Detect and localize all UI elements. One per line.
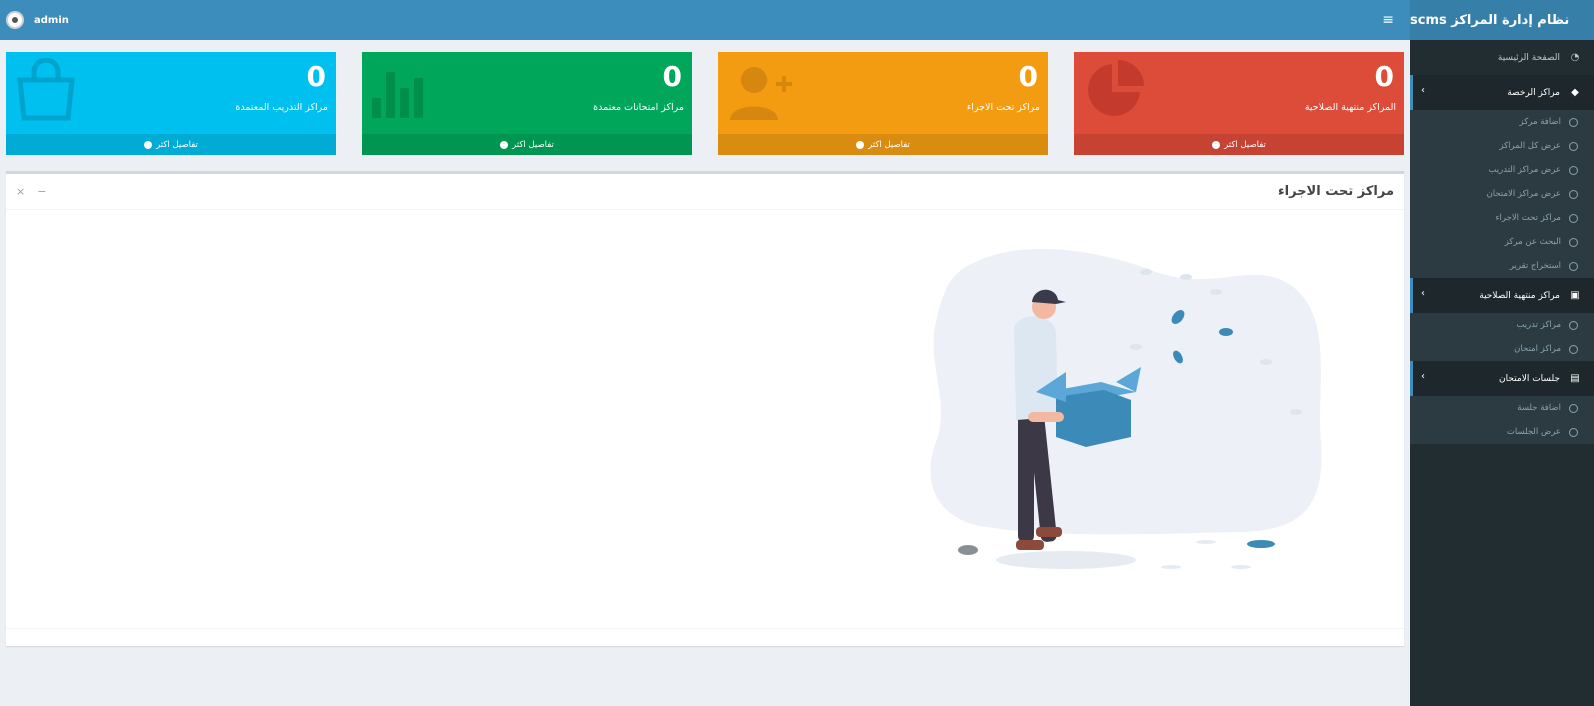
stat-box-pending-centers: 0 مراكز تحت الاجراء تفاصيل اكثر <box>718 52 1048 155</box>
id-card-icon: ▤ <box>1570 373 1580 384</box>
dashboard-icon: ◔ <box>1570 52 1580 63</box>
stat-boxes: 0 مراكز التدريب المعتمدة تفاصيل اكثر 0 م… <box>6 52 1404 155</box>
sidebar: نظام إدارة المراكز scms الصفحة الرئيسية … <box>1410 0 1594 706</box>
stat-box-exam-centers: 0 مراكز امتحانات معتمدة تفاصيل اكثر <box>362 52 692 155</box>
circle-icon <box>1569 320 1578 330</box>
sidebar-item-add-session[interactable]: اضافة جلسة <box>1410 396 1594 420</box>
submenu-expired-centers: مراكز تدريب مراكز امتحان <box>1410 313 1594 361</box>
circle-icon <box>1569 117 1578 127</box>
arrow-circle-icon <box>144 140 153 149</box>
submenu-exam-sessions: اضافة جلسة عرض الجلسات <box>1410 396 1594 444</box>
sidebar-section-expired-centers[interactable]: ‹ مراكز منتهية الصلاحية ▣ <box>1410 278 1594 313</box>
panel-tools: × − <box>16 185 46 198</box>
arrow-circle-icon <box>856 140 865 149</box>
circle-icon <box>1569 141 1578 151</box>
sidebar-item-all-centers[interactable]: عرض كل المراكز <box>1410 134 1594 158</box>
circle-icon <box>1569 427 1578 437</box>
stat-box-training-centers: 0 مراكز التدريب المعتمدة تفاصيل اكثر <box>6 52 336 155</box>
panel-header: × − مراكز تحت الاجراء <box>6 174 1404 210</box>
tag-icon: ◆ <box>1571 87 1579 98</box>
circle-icon <box>1569 261 1578 271</box>
sidebar-item-exam-centers[interactable]: عرض مراكز الامتحان <box>1410 182 1594 206</box>
stat-label: مراكز امتحانات معتمدة <box>593 102 684 113</box>
file-excel-icon: ▣ <box>1570 290 1580 301</box>
user-plus-icon <box>730 67 792 120</box>
stat-label: مراكز تحت الاجراء <box>966 102 1040 113</box>
circle-icon <box>1569 189 1578 199</box>
sidebar-item-home[interactable]: الصفحة الرئيسية ◔ <box>1410 40 1594 75</box>
shopping-bag-icon <box>17 58 75 121</box>
sidebar-item-add-center[interactable]: اضافة مركز <box>1410 110 1594 134</box>
arrow-circle-icon <box>500 140 509 149</box>
more-info-link[interactable]: تفاصيل اكثر <box>362 134 692 155</box>
user-avatar <box>6 11 24 29</box>
close-icon[interactable]: × <box>16 185 25 198</box>
collapse-icon[interactable]: − <box>37 185 46 198</box>
circle-icon <box>1569 237 1578 247</box>
sidebar-item-export-report[interactable]: استخراج تقرير <box>1410 254 1594 278</box>
panel-footer <box>6 628 1404 646</box>
arrow-circle-icon <box>1212 140 1221 149</box>
pie-chart-icon <box>1088 60 1144 116</box>
sidebar-section-label: جلسات الامتحان <box>1499 373 1560 384</box>
chevron-left-icon: ‹ <box>1421 371 1425 382</box>
sidebar-item-expired-training[interactable]: مراكز تدريب <box>1410 313 1594 337</box>
username: admin <box>34 14 69 26</box>
more-info-link[interactable]: تفاصيل اكثر <box>1074 134 1404 155</box>
empty-state-illustration <box>930 248 1322 569</box>
top-navbar: admin ≡ <box>0 0 1410 40</box>
panel-title: مراكز تحت الاجراء <box>1278 184 1394 199</box>
chevron-left-icon: ‹ <box>1421 288 1425 299</box>
sidebar-section-label: مراكز الرخصة <box>1507 87 1560 98</box>
stat-value: 0 <box>662 60 682 93</box>
more-info-link[interactable]: تفاصيل اكثر <box>718 134 1048 155</box>
stat-label: مراكز التدريب المعتمدة <box>235 102 328 113</box>
bar-chart-icon <box>372 72 423 118</box>
chevron-left-icon: ‹ <box>1421 85 1425 96</box>
sidebar-item-pending-centers[interactable]: مراكز تحت الاجراء <box>1410 206 1594 230</box>
sidebar-item-view-sessions[interactable]: عرض الجلسات <box>1410 420 1594 444</box>
sidebar-section-label: مراكز منتهية الصلاحية <box>1479 290 1560 301</box>
stat-value: 0 <box>1374 60 1394 93</box>
sidebar-section-license-centers[interactable]: ‹ مراكز الرخصة ◆ <box>1410 75 1594 110</box>
pending-centers-panel: × − مراكز تحت الاجراء <box>6 171 1404 646</box>
circle-icon <box>1569 344 1578 354</box>
user-menu[interactable]: admin <box>6 11 69 29</box>
sidebar-item-search-center[interactable]: البحث عن مركز <box>1410 230 1594 254</box>
app-logo[interactable]: نظام إدارة المراكز scms <box>1410 0 1594 40</box>
stat-box-expired-centers: 0 المراكز منتهية الصلاحية تفاصيل اكثر <box>1074 52 1404 155</box>
stat-value: 0 <box>1018 60 1038 93</box>
circle-icon <box>1569 213 1578 223</box>
sidebar-item-training-centers[interactable]: عرض مراكز التدريب <box>1410 158 1594 182</box>
sidebar-section-exam-sessions[interactable]: ‹ جلسات الامتحان ▤ <box>1410 361 1594 396</box>
stat-label: المراكز منتهية الصلاحية <box>1304 102 1396 113</box>
circle-icon <box>1569 403 1578 413</box>
submenu-license-centers: اضافة مركز عرض كل المراكز عرض مراكز التد… <box>1410 110 1594 278</box>
sidebar-item-label: الصفحة الرئيسية <box>1497 52 1560 63</box>
sidebar-item-expired-exam[interactable]: مراكز امتحان <box>1410 337 1594 361</box>
stat-value: 0 <box>306 60 326 93</box>
menu-toggle-icon[interactable]: ≡ <box>1382 12 1394 28</box>
circle-icon <box>1569 165 1578 175</box>
more-info-link[interactable]: تفاصيل اكثر <box>6 134 336 155</box>
